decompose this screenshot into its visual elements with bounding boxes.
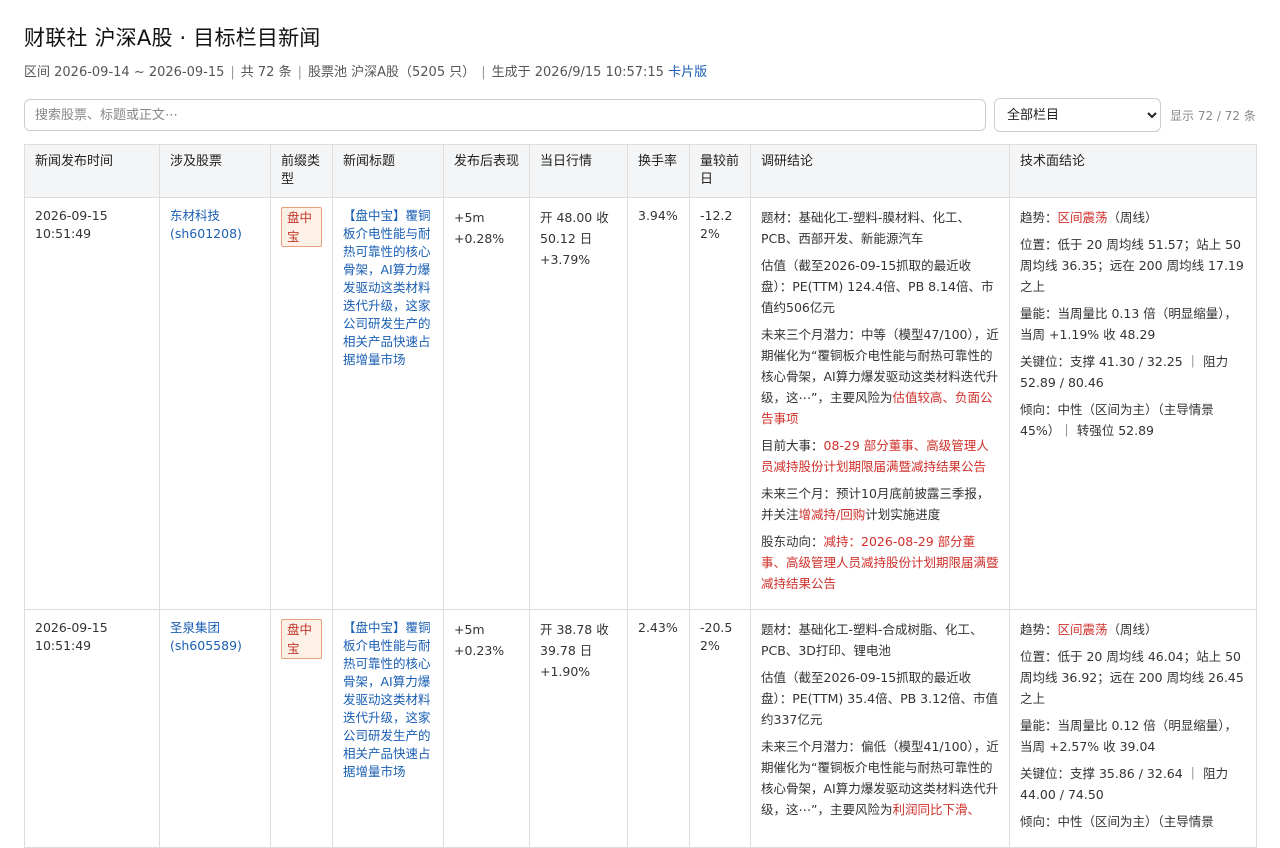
page-title: 财联社 沪深A股 · 目标栏目新闻 (24, 26, 321, 50)
tech-position: 位置：低于 20 周均线 46.04；站上 50 周均线 36.92；远在 20… (1020, 649, 1244, 706)
stock-pool: 股票池 沪深A股（5205 只） (307, 65, 476, 80)
date-range: 区间 2026-09-14 ~ 2026-09-15 (24, 65, 225, 80)
prefix-badge: 盘中宝 (281, 619, 322, 659)
research-potential: 未来三个月潜力：中等（模型47/100），近期催化为“覆铜板介电性能与耐热可靠性… (761, 327, 999, 426)
col-header-technical[interactable]: 技术面结论 (1009, 144, 1257, 198)
risk-text: 估值较高 (892, 390, 943, 405)
cell-research: 题材：基础化工-塑料-膜材料、化工、PCB、西部开发、新能源汽车 估值（截至20… (750, 197, 1010, 610)
tech-key-levels: 关键位：支撑 41.30 / 32.25 ｜ 阻力 52.89 / 80.46 (1020, 354, 1229, 390)
col-header-title[interactable]: 新闻标题 (332, 144, 444, 198)
table-header-row: 新闻发布时间 涉及股票 前缀类型 新闻标题 发布后表现 当日行情 换手率 量较前… (24, 144, 1257, 198)
risk-text: 利润同比下滑 (892, 802, 968, 817)
cell-title: 【盘中宝】覆铜板介电性能与耐热可靠性的核心骨架，AI算力爆发驱动这类材料迭代升级… (332, 609, 444, 848)
research-potential: 未来三个月潜力：偏低（模型41/100），近期催化为“覆铜板介电性能与耐热可靠性… (761, 739, 999, 817)
meta-line: 区间 2026-09-14 ~ 2026-09-15 | 共 72 条 | 股票池 沪深… (24, 65, 708, 80)
research-holder: 股东动向：减持：2026-08-29 部分董事、高级管理人员减持股份计划期限届满… (761, 534, 999, 591)
tech-trend: 趋势：区间震荡（周线） (1020, 210, 1158, 225)
perf-change: +0.28% (454, 231, 505, 246)
col-header-volume[interactable]: 量较前日 (689, 144, 751, 198)
research-topic: 题材：基础化工-塑料-合成树脂、化工、PCB、3D打印、锂电池 (761, 622, 983, 658)
cell-stock: 东材科技 (sh601208) (159, 197, 271, 610)
research-valuation: 估值（截至2026-09-15抓取的最近收盘）：PE(TTM) 35.4倍、PB… (761, 670, 998, 727)
tech-volume: 量能：当周量比 0.13 倍（明显缩量），当周 +1.19% 收 48.29 (1020, 306, 1238, 342)
research-valuation: 估值（截至2026-09-15抓取的最近收盘）：PE(TTM) 124.4倍、P… (761, 258, 994, 315)
prefix-badge: 盘中宝 (281, 207, 322, 247)
cell-prefix: 盘中宝 (270, 609, 333, 848)
column-filter-select[interactable]: 全部栏目 (994, 98, 1161, 132)
tech-bias: 倾向：中性（区间为主）（主导情景 45%）｜ 转强位 52.89 (1020, 402, 1214, 438)
cell-turnover: 2.43% (627, 609, 690, 848)
tech-bias: 倾向：中性（区间为主）（主导情景 (1020, 814, 1214, 829)
page: 财联社 沪深A股 · 目标栏目新闻 区间 2026-09-14 ~ 2026-0… (0, 0, 1280, 848)
perf-interval: +5m (454, 622, 485, 637)
cell-research: 题材：基础化工-塑料-合成树脂、化工、PCB、3D打印、锂电池 估值（截至202… (750, 609, 1010, 848)
tech-volume: 量能：当周量比 0.12 倍（明显缩量），当周 +2.57% 收 39.04 (1020, 718, 1238, 754)
cell-prefix: 盘中宝 (270, 197, 333, 610)
tech-trend: 趋势：区间震荡（周线） (1020, 622, 1158, 637)
col-header-research[interactable]: 调研结论 (750, 144, 1010, 198)
search-input[interactable] (24, 99, 986, 131)
col-header-stock[interactable]: 涉及股票 (159, 144, 271, 198)
total-count: 共 72 条 (240, 65, 292, 80)
cell-technical: 趋势：区间震荡（周线） 位置：低于 20 周均线 51.57；站上 50 周均线… (1009, 197, 1257, 610)
cell-volume: -12.22% (689, 197, 751, 610)
research-event: 目前大事：08-29 部分董事、高级管理人员减持股份计划期限届满暨减持结果公告 (761, 438, 989, 474)
news-table: 新闻发布时间 涉及股票 前缀类型 新闻标题 发布后表现 当日行情 换手率 量较前… (24, 144, 1257, 848)
stock-link[interactable]: 圣泉集团 (sh605589) (170, 620, 242, 653)
col-header-prefix[interactable]: 前缀类型 (270, 144, 333, 198)
col-header-time[interactable]: 新闻发布时间 (24, 144, 160, 198)
perf-change: +0.23% (454, 643, 505, 658)
research-next: 未来三个月：预计10月底前披露三季报，并关注增减持/回购计划实施进度 (761, 486, 990, 522)
cell-market: 开 48.00 收 50.12 日 +3.79% (529, 197, 628, 610)
cell-performance: +5m +0.23% (443, 609, 530, 848)
result-count: 显示 72 / 72 条 (1170, 108, 1256, 123)
col-header-market[interactable]: 当日行情 (529, 144, 628, 198)
tech-position: 位置：低于 20 周均线 51.57；站上 50 周均线 36.35；远在 20… (1020, 237, 1244, 294)
research-topic: 题材：基础化工-塑料-膜材料、化工、PCB、西部开发、新能源汽车 (761, 210, 971, 246)
toolbar: 全部栏目 显示 72 / 72 条 (24, 98, 1256, 132)
table-row: 2026-09-15 10:51:49 东材科技 (sh601208) 盘中宝 … (24, 197, 1257, 610)
cell-time: 2026-09-15 10:51:49 (24, 609, 160, 848)
cell-title: 【盘中宝】覆铜板介电性能与耐热可靠性的核心骨架，AI算力爆发驱动这类材料迭代升级… (332, 197, 444, 610)
generated-time: 生成于 2026/9/15 10:57:15 (491, 65, 664, 80)
col-header-performance[interactable]: 发布后表现 (443, 144, 530, 198)
cell-performance: +5m +0.28% (443, 197, 530, 610)
tech-key-levels: 关键位：支撑 35.86 / 32.64 ｜ 阻力 44.00 / 74.50 (1020, 766, 1229, 802)
news-title-link[interactable]: 【盘中宝】覆铜板介电性能与耐热可靠性的核心骨架，AI算力爆发驱动这类材料迭代升级… (343, 208, 431, 367)
news-title-link[interactable]: 【盘中宝】覆铜板介电性能与耐热可靠性的核心骨架，AI算力爆发驱动这类材料迭代升级… (343, 620, 431, 779)
stock-link[interactable]: 东材科技 (sh601208) (170, 208, 242, 241)
cell-time: 2026-09-15 10:51:49 (24, 197, 160, 610)
col-header-turnover[interactable]: 换手率 (627, 144, 690, 198)
perf-interval: +5m (454, 210, 485, 225)
cell-turnover: 3.94% (627, 197, 690, 610)
cell-market: 开 38.78 收 39.78 日 +1.90% (529, 609, 628, 848)
table-row: 2026-09-15 10:51:49 圣泉集团 (sh605589) 盘中宝 … (24, 609, 1257, 848)
cell-technical: 趋势：区间震荡（周线） 位置：低于 20 周均线 46.04；站上 50 周均线… (1009, 609, 1257, 848)
cell-stock: 圣泉集团 (sh605589) (159, 609, 271, 848)
cell-volume: -20.52% (689, 609, 751, 848)
card-version-link[interactable]: 卡片版 (668, 65, 707, 80)
